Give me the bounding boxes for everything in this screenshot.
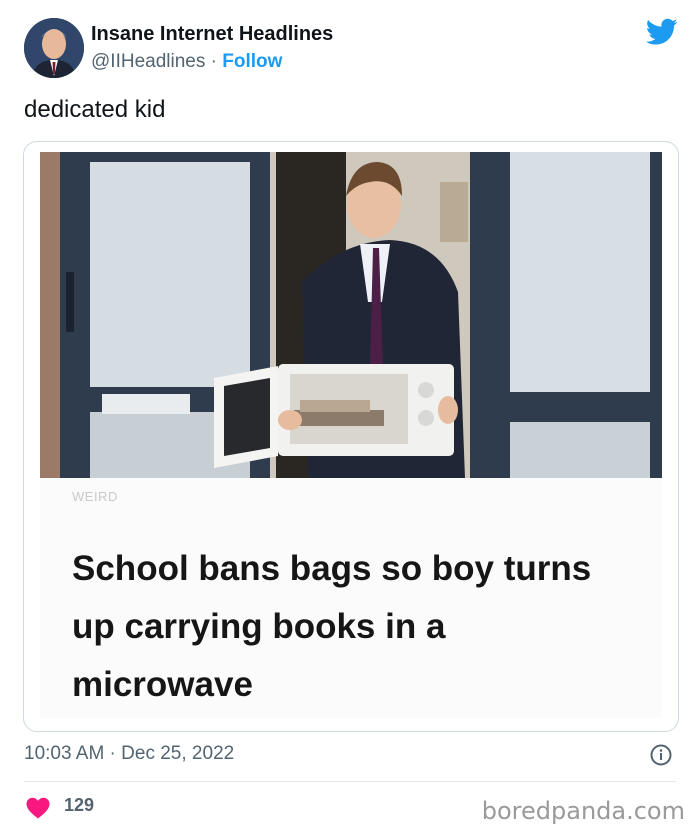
article-headline: School bans bags so boy turns up carryin… xyxy=(72,549,592,704)
article-tag: WEIRD xyxy=(72,489,118,504)
handle[interactable]: @IIHeadlines xyxy=(91,51,205,72)
article-photo xyxy=(40,152,662,478)
divider xyxy=(24,781,676,782)
heart-icon[interactable] xyxy=(26,797,50,819)
date-separator: · xyxy=(104,743,122,764)
separator: · xyxy=(205,51,223,72)
watermark: boredpanda.com xyxy=(481,797,685,825)
tweet-timestamp[interactable]: 10:03 AM · Dec 25, 2022 xyxy=(24,743,234,765)
tweet-date: Dec 25, 2022 xyxy=(121,743,235,764)
twitter-bird-icon[interactable] xyxy=(646,18,678,46)
info-icon[interactable] xyxy=(650,744,672,766)
tweet-text: dedicated kid xyxy=(24,96,166,123)
display-name[interactable]: Insane Internet Headlines xyxy=(91,23,333,46)
tweet-time: 10:03 AM xyxy=(24,743,105,764)
follow-button[interactable]: Follow xyxy=(222,51,282,72)
media-card[interactable]: WEIRD School bans bags so boy turns up c… xyxy=(23,141,679,732)
handle-row: @IIHeadlines · Follow xyxy=(91,51,282,73)
avatar[interactable] xyxy=(24,18,84,78)
like-count[interactable]: 129 xyxy=(64,795,94,816)
